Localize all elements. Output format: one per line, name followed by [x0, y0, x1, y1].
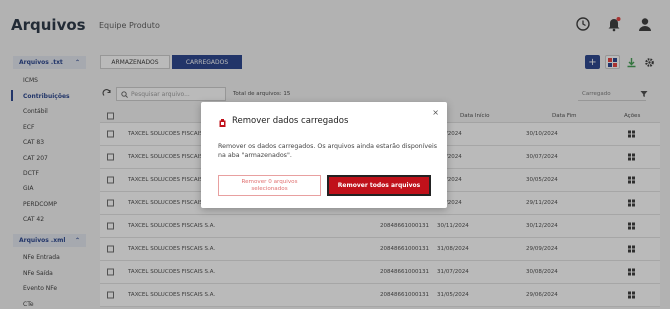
close-icon[interactable]: × [432, 108, 439, 117]
dialog-title: Remover dados carregados [232, 116, 349, 126]
remove-all-button[interactable]: Remover todos arquivos [327, 175, 431, 196]
trash-icon [219, 119, 226, 127]
dialog-message: Remover os dados carregados. Os arquivos… [218, 143, 438, 159]
remove-dialog: Remover dados carregados × Remover os da… [201, 102, 447, 208]
remove-selected-button[interactable]: Remover 0 arquivos selecionados [218, 175, 321, 196]
